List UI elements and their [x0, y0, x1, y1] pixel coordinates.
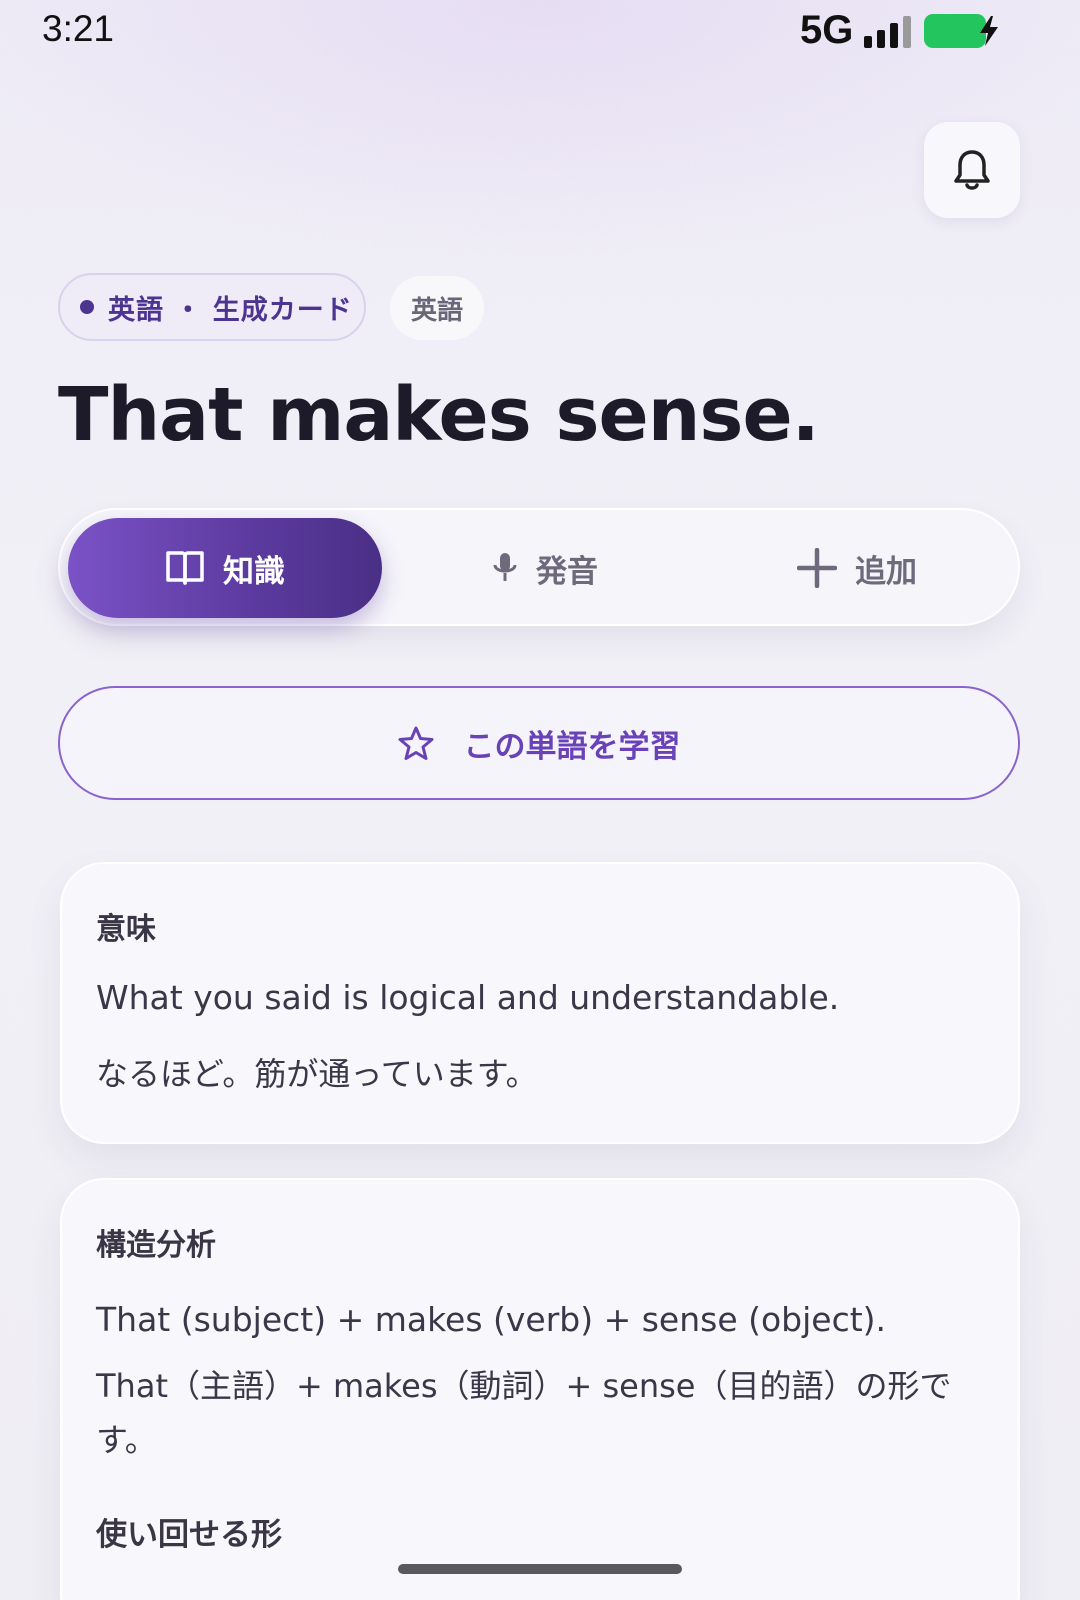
- home-indicator[interactable]: [398, 1564, 682, 1574]
- structure-label: 構造分析: [96, 1228, 216, 1263]
- meaning-card: 意味 What you said is logical and understa…: [60, 862, 1020, 1144]
- source-chip: 英語 ・ 生成カード: [58, 273, 366, 341]
- tab-pronunciation-label: 発音: [536, 553, 598, 590]
- bell-icon: [954, 150, 990, 190]
- status-time: 3:21: [42, 8, 115, 49]
- structure-japanese: That（主語）+ makes（動詞）+ sense（目的語）の形です。: [96, 1367, 952, 1459]
- tab-knowledge-label: 知識: [223, 553, 285, 590]
- tab-add[interactable]: 追加: [700, 518, 1014, 618]
- network-type: 5G: [800, 8, 854, 52]
- book-open-icon: [165, 549, 205, 587]
- microphone-icon: [492, 551, 518, 585]
- tab-pronunciation[interactable]: 発音: [390, 518, 700, 618]
- phrase-title: That makes sense.: [58, 372, 820, 458]
- mode-tabs: 知識 発音 追加: [58, 508, 1020, 626]
- structure-english: That (subject) + makes (verb) + sense (o…: [96, 1300, 887, 1339]
- plus-icon: [797, 548, 837, 588]
- tab-add-label: 追加: [855, 553, 917, 590]
- study-word-label: この単語を学習: [463, 728, 681, 765]
- chip-dot: [80, 300, 94, 314]
- tab-knowledge[interactable]: 知識: [68, 518, 382, 618]
- study-word-button[interactable]: この単語を学習: [58, 686, 1020, 800]
- status-bar: 3:21 5G: [0, 0, 1080, 64]
- battery-icon: [924, 14, 998, 48]
- structure-card: 構造分析 That (subject) + makes (verb) + sen…: [60, 1178, 1020, 1600]
- meaning-label: 意味: [96, 912, 156, 947]
- source-chip-label: 英語 ・ 生成カード: [108, 294, 353, 326]
- language-chip: 英語: [390, 276, 484, 340]
- meaning-japanese: なるほど。筋が通っています。: [96, 1055, 538, 1093]
- reusable-form-label: 使い回せる形: [96, 1517, 282, 1553]
- notification-button[interactable]: [924, 122, 1020, 218]
- signal-icon: [864, 16, 912, 48]
- star-icon: [398, 726, 434, 760]
- meaning-english: What you said is logical and understanda…: [96, 978, 840, 1017]
